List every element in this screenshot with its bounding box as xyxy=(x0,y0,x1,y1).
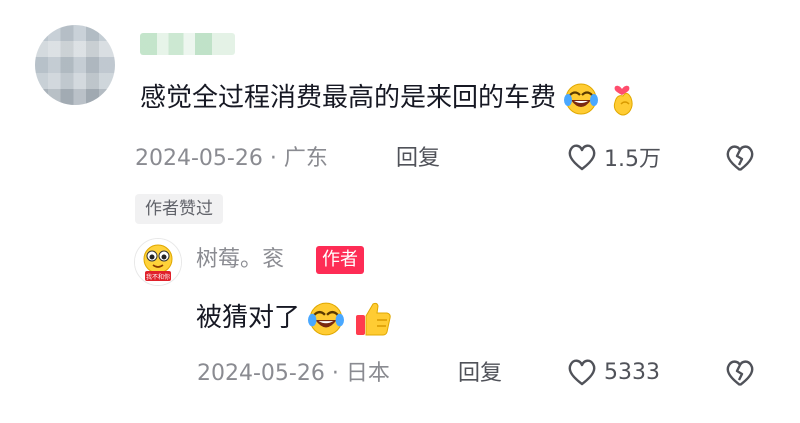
comment-like-button[interactable]: 1.5万 xyxy=(566,141,661,173)
comment-dislike-button[interactable] xyxy=(722,140,758,174)
comment-like-count: 1.5万 xyxy=(604,147,661,172)
meta-separator: · xyxy=(331,361,339,386)
commenter-avatar[interactable] xyxy=(35,25,115,105)
comment-meta: 2024-05-26 · 广东 xyxy=(135,144,328,174)
reply-like-button[interactable]: 5333 xyxy=(566,356,660,388)
broken-heart-icon xyxy=(726,360,754,386)
meta-separator: · xyxy=(269,146,277,171)
laughing-crying-emoji xyxy=(308,302,345,335)
reply-reply-button[interactable]: 回复 xyxy=(458,359,502,389)
reply-location: 日本 xyxy=(345,361,390,386)
reply-dislike-button[interactable] xyxy=(722,355,758,389)
reply-date: 2024-05-26 xyxy=(197,361,325,386)
author-tag: 作者 xyxy=(316,246,364,274)
comment-text: 感觉全过程消费最高的是来回的车费 xyxy=(140,76,637,120)
author-name[interactable]: 树莓。衮 xyxy=(196,244,284,276)
reply-meta: 2024-05-26 · 日本 xyxy=(197,359,390,389)
thumbs-up-emoji xyxy=(355,302,391,335)
heart-outline-icon xyxy=(568,144,596,171)
finger-heart-emoji xyxy=(613,85,633,115)
commenter-name[interactable] xyxy=(140,33,235,55)
heart-outline-icon xyxy=(568,359,596,386)
reply-text-content: 被猜对了 xyxy=(196,303,301,333)
comment-text-content: 感觉全过程消费最高的是来回的车费 xyxy=(140,83,557,113)
comment-date: 2024-05-26 xyxy=(135,146,263,171)
laughing-crying-emoji xyxy=(564,83,599,114)
comment-reply-button[interactable]: 回复 xyxy=(396,144,440,174)
author-avatar[interactable]: 我不和你 xyxy=(134,238,182,286)
avatar-caption: 我不和你 xyxy=(146,273,170,281)
reply-text: 被猜对了 xyxy=(196,292,393,344)
avatar-image: 我不和你 xyxy=(135,239,181,285)
reply-like-count: 5333 xyxy=(604,359,660,385)
broken-heart-icon xyxy=(726,145,754,171)
comment-location: 广东 xyxy=(283,146,328,171)
author-liked-badge: 作者赞过 xyxy=(135,194,223,224)
